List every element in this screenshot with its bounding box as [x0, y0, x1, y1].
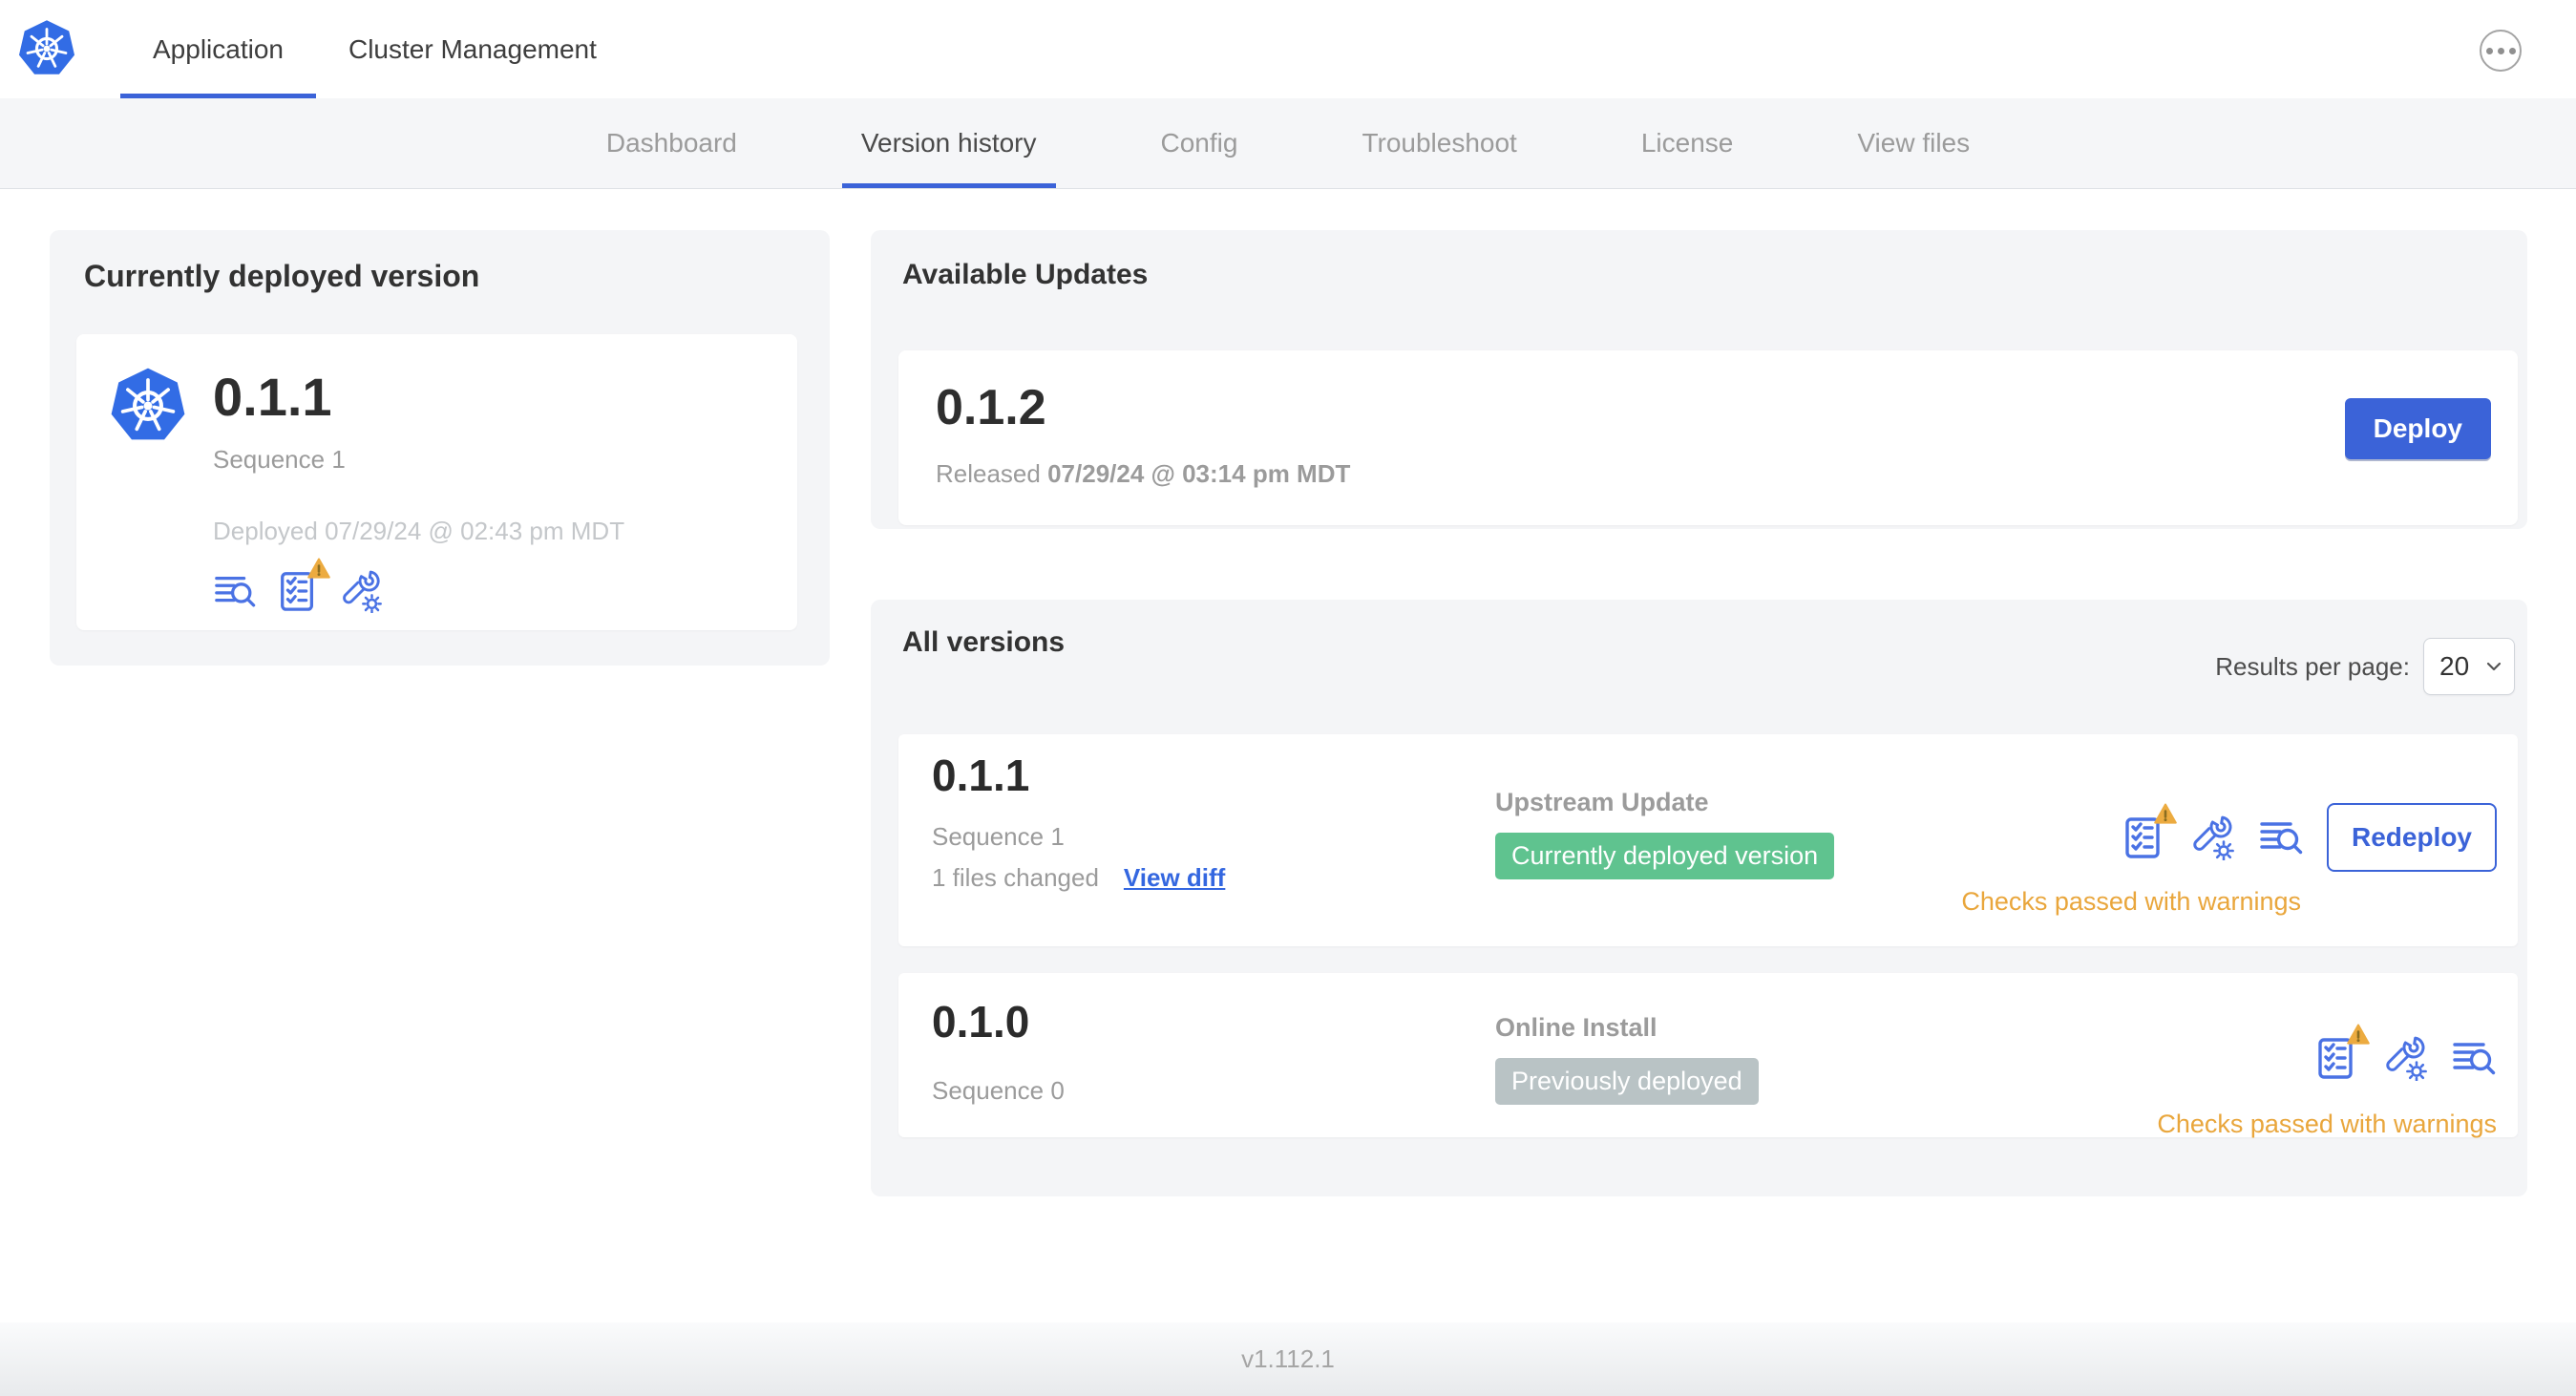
deploy-button[interactable]: Deploy	[2344, 398, 2491, 459]
version-row-middle: Upstream Update Currently deployed versi…	[1495, 788, 1961, 927]
row-files-line: 1 files changed View diff	[932, 863, 1495, 893]
main-content: Currently deployed version 0.1.1 Sequenc…	[0, 190, 2576, 1322]
update-released-line: Released 07/29/24 @ 03:14 pm MDT	[936, 459, 2491, 489]
tab-cluster-management-label: Cluster Management	[348, 33, 597, 64]
version-row-right: Checks passed with warnings	[2157, 992, 2497, 1139]
currently-deployed-info: 0.1.1 Sequence 1 Deployed 07/29/24 @ 02:…	[213, 367, 624, 598]
subnav-tab-troubleshoot[interactable]: Troubleshoot	[1342, 98, 1535, 188]
warning-triangle-icon	[2153, 803, 2178, 826]
results-per-page-label: Results per page:	[2215, 651, 2410, 681]
console-version: v1.112.1	[1241, 1344, 1335, 1373]
warning-triangle-icon	[306, 558, 331, 581]
top-bar: Application Cluster Management	[0, 0, 2576, 98]
app-sub-nav: Dashboard Version history Config Trouble…	[0, 98, 2576, 189]
subnav-tab-dashboard[interactable]: Dashboard	[587, 98, 756, 188]
subnav-tab-config[interactable]: Config	[1142, 98, 1257, 188]
checks-status-text: Checks passed with warnings	[1961, 887, 2301, 916]
currently-deployed-badge: Currently deployed version	[1495, 833, 1835, 879]
results-per-page-value: 20	[2439, 651, 2470, 681]
tab-application-label: Application	[153, 33, 284, 64]
chevron-down-icon	[2485, 661, 2502, 672]
current-version-actions	[213, 569, 624, 613]
logs-icon[interactable]	[213, 569, 257, 613]
results-per-page-select[interactable]: 20	[2423, 638, 2515, 695]
top-nav: Application Cluster Management	[120, 0, 629, 98]
version-source-label: Online Install	[1495, 1013, 1658, 1042]
files-changed-label: 1 files changed	[932, 863, 1099, 892]
preflight-checks-icon[interactable]	[276, 569, 320, 613]
current-version-number: 0.1.1	[213, 367, 332, 427]
version-row-0-1-1: 0.1.1 Sequence 1 1 files changed View di…	[898, 734, 2518, 946]
kubernetes-logo	[17, 19, 76, 78]
subnav-tab-license[interactable]: License	[1622, 98, 1753, 188]
currently-deployed-title: Currently deployed version	[84, 259, 480, 293]
current-sequence-label: Sequence 1	[213, 445, 346, 474]
available-updates-title: Available Updates	[902, 259, 1149, 290]
released-label: Released	[936, 459, 1041, 488]
config-icon[interactable]	[2189, 814, 2235, 860]
logs-icon[interactable]	[2258, 814, 2304, 860]
version-source-label: Upstream Update	[1495, 788, 1709, 816]
preflight-checks-icon[interactable]	[2121, 814, 2166, 860]
available-update-card: 0.1.2 Released 07/29/24 @ 03:14 pm MDT D…	[898, 350, 2518, 525]
released-date: 07/29/24 @ 03:14 pm MDT	[1047, 459, 1351, 488]
subnav-tab-view-files[interactable]: View files	[1838, 98, 1989, 188]
version-row-right: Redeploy Checks passed with warnings	[1961, 753, 2497, 927]
version-row-actions: Redeploy	[2121, 803, 2497, 872]
kubernetes-app-icon	[109, 367, 187, 445]
row-sequence-label: Sequence 1	[932, 822, 1065, 851]
tab-application[interactable]: Application	[120, 0, 316, 98]
update-version-number: 0.1.2	[936, 380, 1046, 435]
tab-cluster-management[interactable]: Cluster Management	[316, 0, 629, 98]
row-version-number: 0.1.1	[932, 751, 1030, 800]
admin-console-page: Application Cluster Management Dashboard…	[0, 0, 2576, 1396]
current-deployed-timestamp: Deployed 07/29/24 @ 02:43 pm MDT	[213, 517, 625, 545]
preflight-checks-icon[interactable]	[2313, 1035, 2359, 1081]
version-row-middle: Online Install Previously deployed	[1495, 1013, 2157, 1139]
results-per-page: Results per page: 20	[2215, 638, 2515, 695]
subnav-tab-version-history[interactable]: Version history	[841, 98, 1056, 188]
currently-deployed-card: 0.1.1 Sequence 1 Deployed 07/29/24 @ 02:…	[76, 334, 797, 630]
checks-status-text: Checks passed with warnings	[2157, 1110, 2497, 1138]
ellipsis-menu-icon[interactable]	[2480, 30, 2522, 72]
version-row-left: 0.1.0 Sequence 0	[932, 992, 1495, 1139]
version-row-left: 0.1.1 Sequence 1 1 files changed View di…	[932, 753, 1495, 927]
version-row-actions	[2313, 1035, 2497, 1081]
currently-deployed-panel: Currently deployed version 0.1.1 Sequenc…	[50, 230, 830, 666]
config-icon[interactable]	[2382, 1035, 2428, 1081]
footer: v1.112.1	[0, 1322, 2576, 1396]
all-versions-title: All versions	[902, 626, 1066, 658]
all-versions-panel: All versions Results per page: 20 0.1.1 …	[871, 600, 2527, 1196]
view-diff-link[interactable]: View diff	[1124, 863, 1225, 893]
available-updates-panel: Available Updates 0.1.2 Released 07/29/2…	[871, 230, 2527, 529]
row-version-number: 0.1.0	[932, 997, 1030, 1047]
redeploy-button[interactable]: Redeploy	[2326, 803, 2497, 872]
row-sequence-label: Sequence 0	[932, 1076, 1065, 1105]
logs-icon[interactable]	[2451, 1035, 2497, 1081]
config-icon[interactable]	[339, 569, 383, 613]
previously-deployed-badge: Previously deployed	[1495, 1058, 1759, 1105]
warning-triangle-icon	[2346, 1024, 2371, 1047]
version-row-0-1-0: 0.1.0 Sequence 0 Online Install Previous…	[898, 973, 2518, 1139]
